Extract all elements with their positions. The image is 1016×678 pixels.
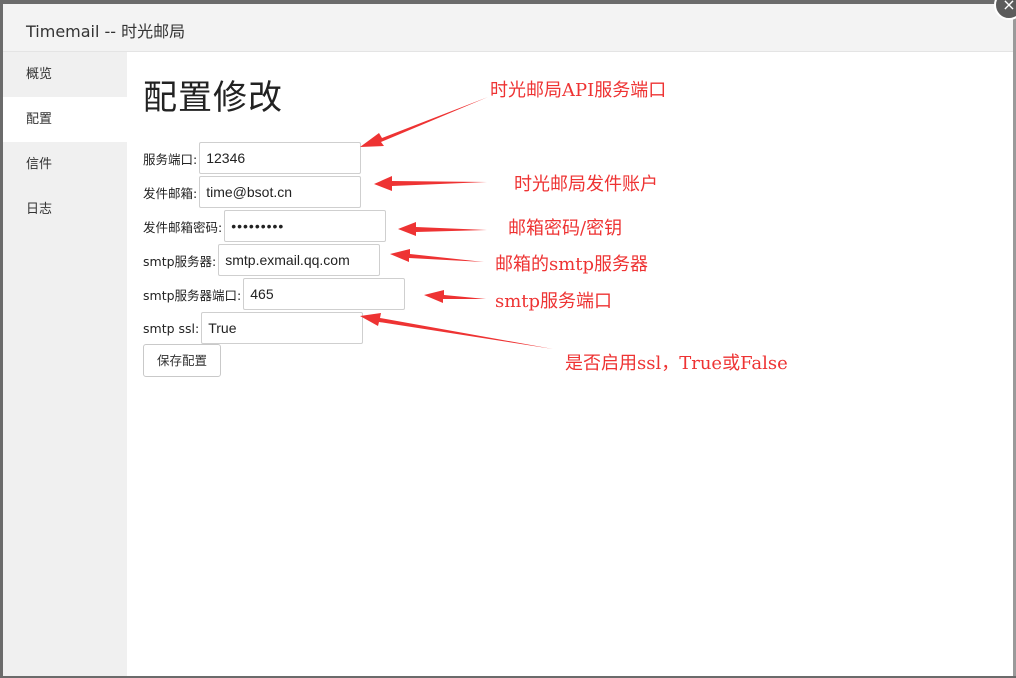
smtp-ssl-label: smtp ssl: bbox=[143, 320, 200, 336]
annotation-smtp-port: smtp服务端口 bbox=[495, 291, 613, 312]
sidebar-item-label: 概览 bbox=[26, 67, 53, 82]
sender-email-row: 发件邮箱: bbox=[143, 175, 362, 209]
annotation-password: 邮箱密码/密钥 bbox=[508, 218, 623, 239]
smtp-port-row: smtp服务器端口: bbox=[143, 277, 406, 311]
smtp-ssl-input[interactable] bbox=[201, 312, 364, 344]
sidebar-item-logs[interactable]: 日志 bbox=[3, 187, 127, 232]
sender-password-input[interactable] bbox=[224, 210, 387, 242]
save-config-button[interactable]: 保存配置 bbox=[143, 344, 221, 377]
service-port-label: 服务端口: bbox=[143, 151, 198, 167]
sender-email-input[interactable] bbox=[199, 176, 362, 208]
smtp-port-label: smtp服务器端口: bbox=[143, 287, 242, 303]
window-title: Timemail -- 时光邮局 bbox=[26, 22, 186, 41]
service-port-row: 服务端口: bbox=[143, 141, 362, 175]
sidebar-item-letters[interactable]: 信件 bbox=[3, 142, 127, 187]
config-dialog: Timemail -- 时光邮局 概览 配置 信件 日志 配置修改 服务端口: … bbox=[3, 4, 1016, 676]
smtp-server-input[interactable] bbox=[218, 244, 381, 276]
smtp-server-label: smtp服务器: bbox=[143, 253, 217, 269]
annotation-smtp-server: 邮箱的smtp服务器 bbox=[495, 254, 649, 275]
sidebar-item-label: 信件 bbox=[26, 157, 53, 172]
annotation-sender-account: 时光邮局发件账户 bbox=[514, 174, 658, 195]
sender-password-row: 发件邮箱密码: bbox=[143, 209, 387, 243]
page-title: 配置修改 bbox=[143, 78, 283, 118]
sidebar-item-config[interactable]: 配置 bbox=[3, 97, 127, 142]
sender-password-label: 发件邮箱密码: bbox=[143, 219, 223, 235]
sidebar-item-label: 配置 bbox=[26, 112, 53, 127]
title-bar: Timemail -- 时光邮局 bbox=[3, 4, 1013, 52]
smtp-server-row: smtp服务器: bbox=[143, 243, 381, 277]
smtp-port-input[interactable] bbox=[243, 278, 406, 310]
smtp-ssl-row: smtp ssl: bbox=[143, 311, 364, 345]
sender-email-label: 发件邮箱: bbox=[143, 185, 198, 201]
sidebar-item-label: 日志 bbox=[26, 202, 53, 217]
service-port-input[interactable] bbox=[199, 142, 362, 174]
sidebar: 概览 配置 信件 日志 bbox=[3, 52, 127, 676]
annotation-api-port: 时光邮局API服务端口 bbox=[490, 80, 667, 101]
sidebar-item-overview[interactable]: 概览 bbox=[3, 52, 127, 97]
annotation-ssl: 是否启用ssl，True或False bbox=[565, 353, 788, 374]
